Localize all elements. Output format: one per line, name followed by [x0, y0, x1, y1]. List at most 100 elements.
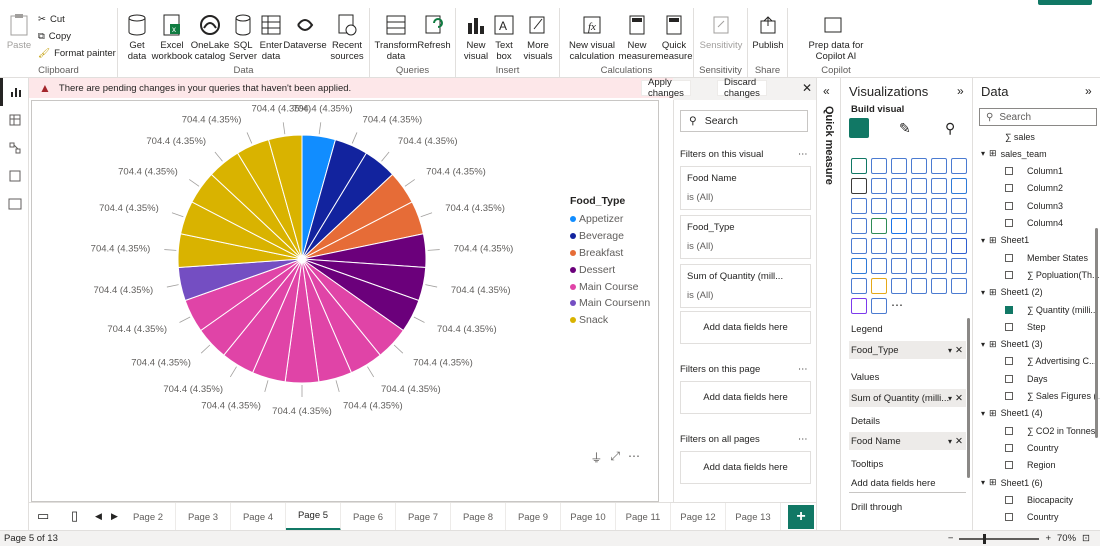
dataverse-button[interactable]: Dataverse [283, 12, 327, 51]
prep-data-copilot-button[interactable]: Prep data for Copilot AI [794, 12, 878, 62]
collapse-icon[interactable]: « [823, 84, 830, 98]
data-search-input[interactable]: ⚲ Search [979, 108, 1097, 126]
more-visuals-button[interactable]: More visuals [520, 12, 556, 62]
map-icon[interactable] [951, 198, 967, 214]
stacked-bar-icon[interactable] [851, 158, 867, 174]
trophy-icon[interactable] [871, 278, 887, 294]
field-checkbox[interactable] [1005, 167, 1013, 176]
funnel-icon[interactable] [851, 198, 867, 214]
recent-sources-button[interactable]: Recent sources [328, 12, 366, 62]
add-all-pages-filter[interactable]: Add data fields here [680, 451, 811, 484]
next-page-icon[interactable]: ▶ [111, 511, 118, 522]
chevron-down-icon[interactable]: ▾ [948, 394, 952, 403]
arcgis-icon[interactable] [951, 258, 967, 274]
format-visual-tab-icon[interactable]: ✎ [899, 120, 911, 137]
page-tab[interactable]: Page 11 [616, 503, 671, 531]
paginated-icon[interactable] [931, 258, 947, 274]
chevron-down-icon[interactable]: ▾ [981, 288, 985, 297]
zoom-out-icon[interactable]: − [948, 533, 954, 544]
data-field-item[interactable]: Days [1005, 370, 1048, 387]
page-tab[interactable]: Page 8 [451, 503, 506, 531]
area-icon[interactable] [871, 178, 887, 194]
field-checkbox[interactable] [1005, 219, 1013, 227]
field-checkbox[interactable] [1005, 201, 1013, 210]
field-checkbox[interactable] [1005, 461, 1013, 470]
data-field-item[interactable]: ∑ Popluation(Th... [1005, 266, 1099, 283]
filter-icon[interactable]: ⏚ [590, 449, 602, 466]
desktop-layout-icon[interactable]: ▭ [37, 508, 49, 524]
scrollbar[interactable] [967, 318, 970, 478]
chevron-icon[interactable] [871, 298, 887, 314]
discard-changes-button[interactable]: Discard changes [717, 77, 767, 99]
data-field-item[interactable]: Column4 [1005, 215, 1063, 232]
data-field-item[interactable]: ∑ Advertising C... [1005, 353, 1096, 370]
chevron-down-icon[interactable]: ▾ [981, 149, 985, 158]
chevron-down-icon[interactable]: ▾ [981, 478, 985, 487]
new-visual-button[interactable]: New visual [462, 12, 490, 62]
filled-map-icon[interactable] [851, 218, 867, 234]
more-options-icon[interactable]: ⋯ [798, 434, 808, 445]
build-visual-tab-icon[interactable] [849, 118, 869, 138]
add-page-button[interactable]: + [788, 505, 814, 529]
sensitivity-button[interactable]: Sensitivity [698, 12, 744, 51]
field-checkbox[interactable] [1005, 357, 1013, 366]
smart-narrative-icon[interactable] [911, 258, 927, 274]
page-tab[interactable]: Page 7 [396, 503, 451, 531]
chevron-down-icon[interactable]: ▾ [981, 340, 985, 349]
filter-card-food-name[interactable]: Food Name is (All) [680, 166, 811, 210]
waterfall-icon[interactable] [951, 178, 967, 194]
text-box-button[interactable]: A Text box [492, 12, 516, 62]
page-tab[interactable]: Page 4 [231, 503, 286, 531]
page-tab[interactable]: Page 10 [561, 503, 616, 531]
legend-item[interactable]: Dessert [570, 261, 650, 278]
azure-map-icon[interactable] [871, 218, 887, 234]
close-icon[interactable]: ✕ [802, 81, 812, 95]
legend-well-field[interactable]: Food_Type ▾ ✕ [849, 341, 966, 359]
details-well-field[interactable]: Food Name ▾ ✕ [849, 432, 966, 450]
excel-workbook-button[interactable]: x Excel workbook [152, 12, 192, 62]
analytics-tab-icon[interactable]: ⚲ [945, 120, 955, 137]
data-field-item[interactable]: ∑ CO2 in Tonnes [1005, 422, 1095, 439]
field-checkbox[interactable] [1005, 426, 1013, 435]
qa-icon[interactable] [891, 258, 907, 274]
more-icon[interactable]: ⋯ [891, 298, 907, 314]
treemap-icon[interactable] [931, 198, 947, 214]
more-options-icon[interactable]: ⋯ [628, 449, 640, 466]
page-tab[interactable]: Page 9 [506, 503, 561, 531]
data-field-item[interactable]: Country [1005, 439, 1059, 456]
quick-measure-tab[interactable]: Quick measure [823, 106, 835, 185]
scrollbar[interactable] [1095, 228, 1098, 438]
field-checkbox[interactable] [1005, 513, 1013, 522]
add-page-filter[interactable]: Add data fields here [680, 381, 811, 414]
paste-button[interactable]: Paste [6, 12, 32, 51]
key-influencers-icon[interactable] [851, 258, 867, 274]
transform-data-button[interactable]: Transform data [375, 12, 417, 62]
page-tab[interactable]: Page 13 [726, 503, 781, 531]
fit-page-icon[interactable]: ⊡ [1082, 533, 1090, 544]
table-icon[interactable] [891, 238, 907, 254]
filter-card-food-type[interactable]: Food_Type is (All) [680, 215, 811, 259]
zoom-slider[interactable] [959, 533, 1040, 544]
data-table-node[interactable]: ▾ ⊞ Sheet1 (4) [981, 405, 1043, 422]
legend-item[interactable]: Main Course [570, 278, 650, 295]
stacked-column-icon[interactable] [891, 158, 907, 174]
field-checkbox[interactable] [1005, 305, 1013, 314]
decomp-tree-icon[interactable] [911, 278, 927, 294]
line-clustered-icon[interactable] [911, 178, 927, 194]
field-checkbox[interactable] [1005, 392, 1013, 400]
mobile-layout-icon[interactable]: ▯ [71, 508, 78, 524]
chevron-down-icon[interactable]: ▾ [981, 236, 985, 245]
publish-button[interactable]: Publish [752, 12, 784, 51]
data-field-item[interactable]: ∑ Quantity (milli... [1005, 301, 1098, 318]
shape-map-icon[interactable] [891, 218, 907, 234]
data-table-node[interactable]: ▾ ⊞ Sheet1 (2) [981, 284, 1043, 301]
apply-changes-button[interactable]: Apply changes [641, 77, 691, 99]
remove-icon[interactable]: ✕ [955, 393, 963, 404]
field-checkbox[interactable] [1005, 184, 1013, 193]
refresh-button[interactable]: Refresh [417, 12, 451, 51]
chevron-down-icon[interactable]: ▾ [981, 409, 985, 418]
data-field-item[interactable]: Country [1005, 509, 1059, 526]
zoom-in-icon[interactable]: + [1045, 533, 1051, 544]
data-field-item[interactable]: Column3 [1005, 197, 1063, 214]
enter-data-button[interactable]: Enter data [258, 12, 284, 62]
